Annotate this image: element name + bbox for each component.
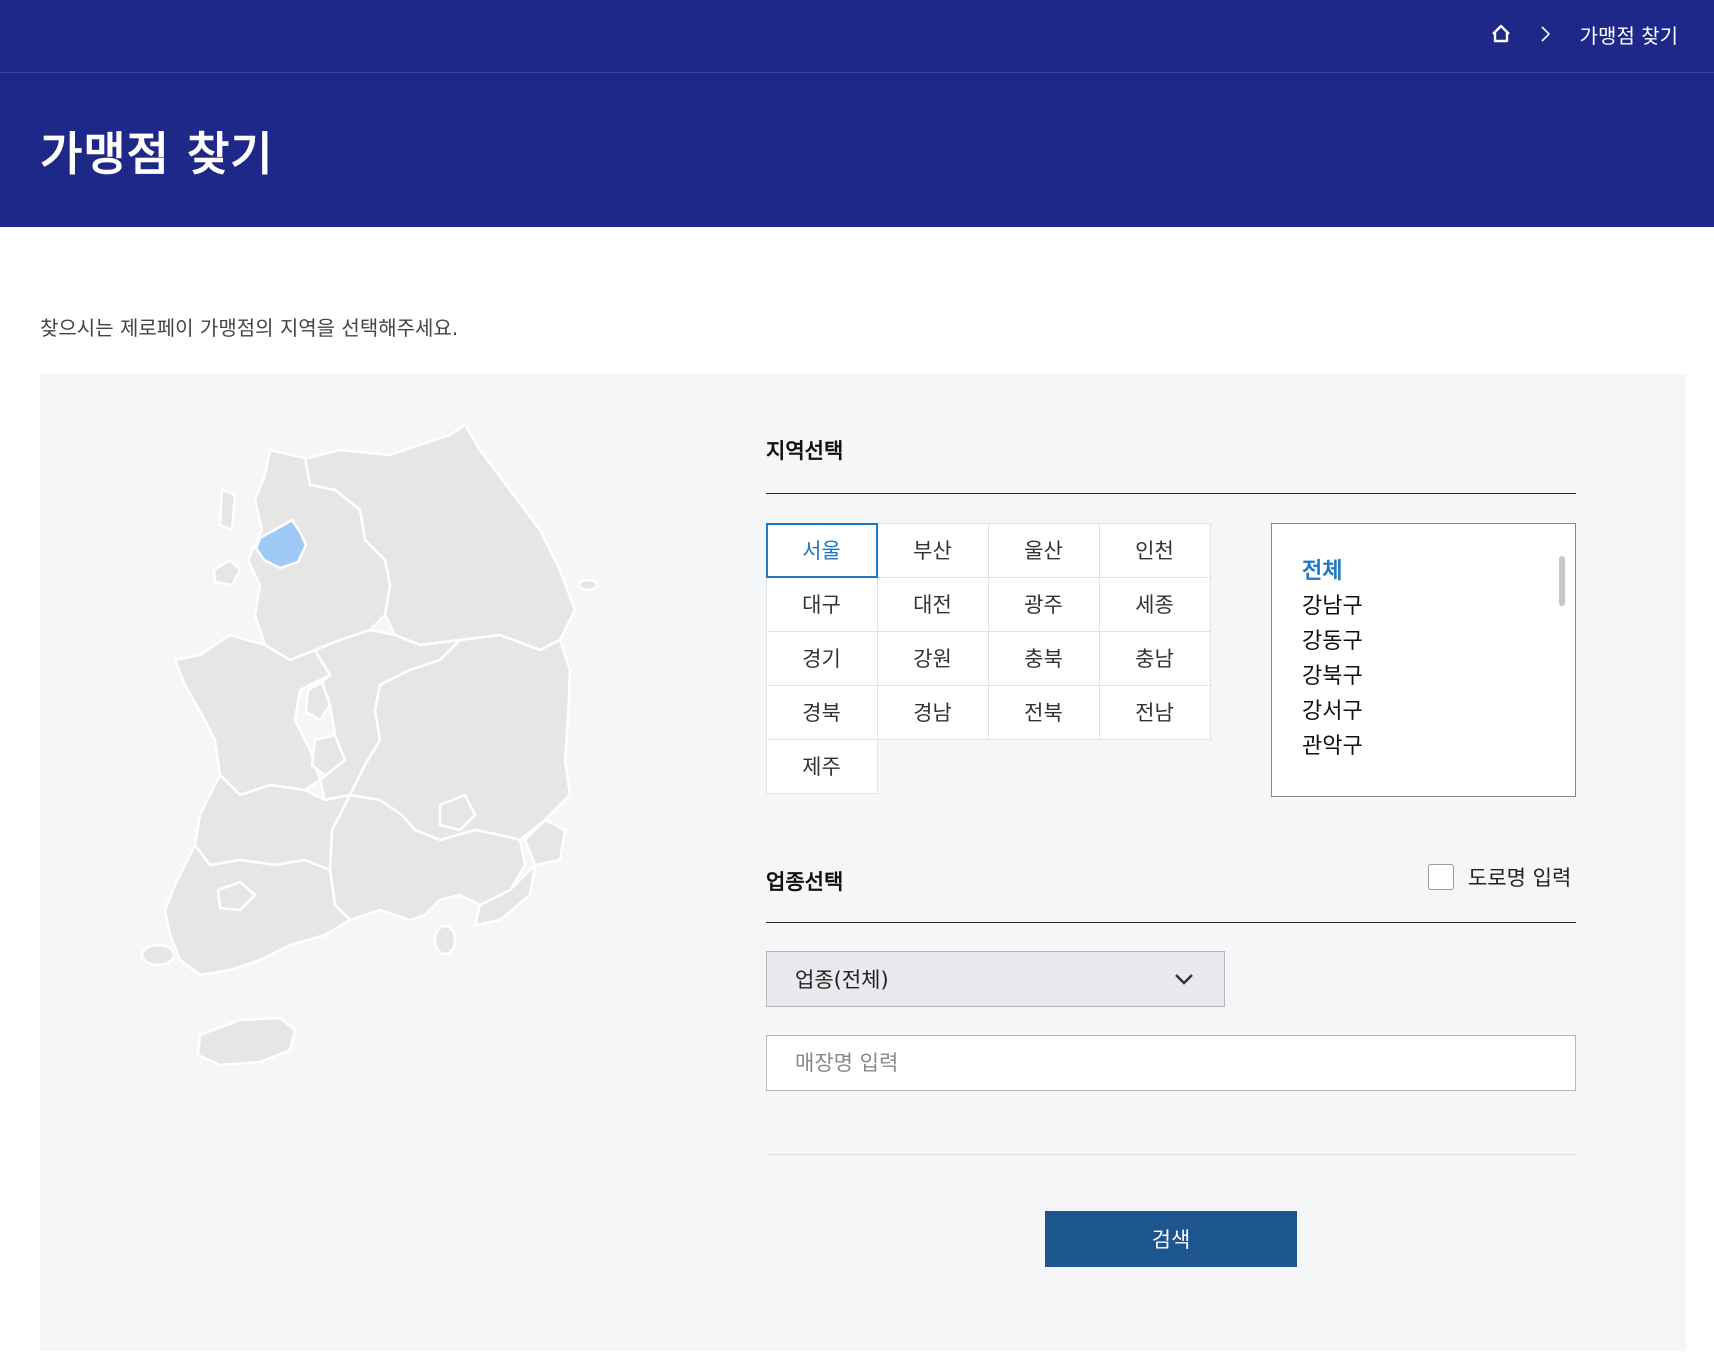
district-list[interactable]: 전체 강남구 강동구 강북구 강서구 관악구 — [1271, 523, 1576, 797]
breadcrumb: 가맹점 찾기 — [1488, 18, 1678, 50]
category-select[interactable]: 업종(전체) — [766, 951, 1225, 1007]
business-section-title: 업종선택 — [766, 870, 844, 894]
category-select-value: 업종(전체) — [795, 968, 889, 992]
chevron-down-icon — [1172, 967, 1196, 991]
intro-text: 찾으시는 제로페이 가맹점의 지역을 선택해주세요. — [40, 316, 459, 340]
road-name-option[interactable]: 도로명 입력 — [1428, 862, 1571, 892]
region-button[interactable]: 경남 — [876, 684, 989, 740]
district-items: 전체 강남구 강동구 강북구 강서구 관악구 — [1302, 554, 1363, 764]
district-item[interactable]: 전체 — [1302, 554, 1363, 589]
district-item[interactable]: 강서구 — [1302, 694, 1363, 729]
road-name-checkbox[interactable] — [1428, 864, 1454, 890]
map-island-geoje — [433, 924, 457, 956]
region-button[interactable]: 대전 — [876, 576, 989, 632]
search-button[interactable]: 검색 — [1045, 1211, 1297, 1267]
business-section-line — [766, 922, 1576, 923]
region-button[interactable]: 충남 — [1098, 630, 1211, 686]
map-island-ulleung — [577, 578, 599, 592]
region-button[interactable]: 강원 — [876, 630, 989, 686]
map-region-incheon-2 — [212, 558, 242, 587]
region-section-title: 지역선택 — [766, 439, 844, 463]
region-button[interactable]: 서울 — [765, 522, 878, 578]
region-button[interactable]: 경북 — [765, 684, 878, 740]
district-scrollbar[interactable] — [1559, 556, 1565, 606]
chevron-right-icon — [1536, 24, 1556, 44]
district-item[interactable]: 강동구 — [1302, 624, 1363, 659]
breadcrumb-current[interactable]: 가맹점 찾기 — [1580, 20, 1678, 49]
header-divider — [0, 72, 1714, 73]
district-item[interactable]: 강남구 — [1302, 589, 1363, 624]
region-button[interactable]: 부산 — [876, 522, 989, 578]
home-icon[interactable] — [1488, 21, 1514, 47]
district-item[interactable]: 관악구 — [1302, 729, 1363, 764]
form-divider — [766, 1154, 1576, 1155]
region-button[interactable]: 대구 — [765, 576, 878, 632]
region-button[interactable]: 전남 — [1098, 684, 1211, 740]
road-name-label: 도로명 입력 — [1468, 866, 1572, 890]
store-name-input[interactable] — [766, 1035, 1576, 1091]
region-button[interactable]: 세종 — [1098, 576, 1211, 632]
district-item[interactable]: 강북구 — [1302, 659, 1363, 694]
map-region-jeju — [196, 1016, 297, 1067]
page-title: 가맹점 찾기 — [40, 127, 274, 181]
region-button[interactable]: 인천 — [1098, 522, 1211, 578]
region-button[interactable]: 제주 — [765, 738, 878, 794]
region-button[interactable]: 전북 — [987, 684, 1100, 740]
region-button[interactable]: 울산 — [987, 522, 1100, 578]
korea-map — [140, 423, 599, 1067]
region-grid: 서울 부산 울산 인천대구 대전 광주 세종경기 강원 충북 충남경북 경남 전북 전남제주 — [765, 522, 1211, 794]
region-button[interactable]: 경기 — [765, 630, 878, 686]
region-button[interactable]: 충북 — [987, 630, 1100, 686]
page-header: 가맹점 찾기 가맹점 찾기 — [0, 0, 1714, 227]
map-region-chungnam — [173, 633, 332, 797]
map-region-incheon — [218, 488, 237, 532]
region-section-line — [766, 493, 1576, 494]
region-button[interactable]: 광주 — [987, 576, 1100, 632]
map-island-west — [140, 943, 176, 967]
